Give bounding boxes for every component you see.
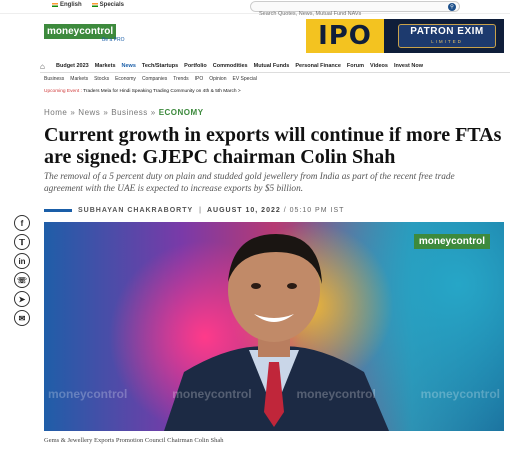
search-box: ⚲ [250, 1, 460, 19]
subnav-item-companies[interactable]: Companies [142, 76, 167, 85]
author-name[interactable]: SUBHAYAN CHAKRABORTY [78, 207, 193, 214]
event-tag: Upcoming Event : [44, 89, 82, 94]
breadcrumb-home[interactable]: Home [44, 108, 67, 117]
india-flag-icon [52, 3, 58, 7]
search-input[interactable] [251, 9, 431, 19]
nav-item-markets[interactable]: Markets [95, 63, 116, 69]
watermark-text: moneycontrol [296, 387, 376, 401]
sub-nav: Business Markets Stocks Economy Companie… [44, 76, 504, 85]
article-byline: SUBHAYAN CHAKRABORTY | AUGUST 10, 2022 /… [44, 207, 344, 214]
nav-item-videos[interactable]: Videos [370, 63, 388, 69]
home-icon[interactable]: ⌂ [40, 62, 50, 71]
nav-item-news[interactable]: News [122, 63, 136, 69]
specials-label: Specials [99, 2, 125, 8]
breadcrumb-news[interactable]: News [78, 108, 100, 117]
moneycontrol-logo[interactable]: moneycontrol Be a PRO [44, 21, 132, 43]
subnav-item-ipo[interactable]: IPO [195, 76, 204, 85]
breadcrumb-separator: » [103, 108, 109, 117]
main-nav: ⌂ Budget 2023 Markets News Tech/Startups… [40, 60, 510, 73]
eye-right [287, 283, 297, 289]
watermark-text: moneycontrol [420, 387, 500, 401]
subnav-item-business[interactable]: Business [44, 76, 64, 85]
share-rail: f 𝕋 in ☏ ➤ ✉ [14, 215, 34, 329]
watermark-row: moneycontrol moneycontrol moneycontrol m… [44, 387, 504, 401]
byline-divider: | [199, 207, 201, 214]
specials-menu[interactable]: Specials [91, 2, 125, 8]
ipo-advertisement[interactable]: IPO PATRON EXIM LIMITED [306, 19, 504, 53]
subnav-item-opinion[interactable]: Opinion [209, 76, 226, 85]
breadcrumb: Home» News» Business» ECONOMY [44, 108, 204, 117]
email-share-icon[interactable]: ✉ [14, 310, 30, 326]
ad-company-sub: LIMITED [431, 39, 463, 44]
specials-flag-icon [91, 3, 98, 7]
logo-pro-tag: Be a PRO [102, 37, 125, 43]
language-option[interactable]: English [52, 2, 82, 8]
whatsapp-share-icon[interactable]: ☏ [14, 272, 30, 288]
breadcrumb-business[interactable]: Business [111, 108, 147, 117]
nav-item-invest-now[interactable]: Invest Now [394, 63, 423, 69]
subnav-item-stocks[interactable]: Stocks [94, 76, 109, 85]
ad-ipo-text: IPO [306, 19, 384, 53]
upcoming-event-banner[interactable]: Upcoming Event : Traders Mela for Hindi … [44, 89, 304, 97]
breadcrumb-current[interactable]: ECONOMY [159, 108, 204, 117]
nav-item-portfolio[interactable]: Portfolio [184, 63, 207, 69]
nav-item-mutual-funds[interactable]: Mutual Funds [254, 63, 290, 69]
watermark-text: moneycontrol [172, 387, 252, 401]
language-label: English [60, 2, 82, 8]
publish-date-value: AUGUST 10, 2022 [207, 207, 281, 214]
search-icon[interactable]: ⚲ [448, 3, 456, 11]
watermark-text: moneycontrol [48, 387, 128, 401]
article-headline: Current growth in exports will continue … [44, 124, 502, 168]
language-selector[interactable]: English Specials [52, 2, 124, 8]
nav-item-personal-finance[interactable]: Personal Finance [295, 63, 341, 69]
subnav-item-trends[interactable]: Trends [173, 76, 188, 85]
twitter-share-icon[interactable]: 𝕋 [14, 234, 30, 250]
facebook-share-icon[interactable]: f [14, 215, 30, 231]
image-caption: Gems & Jewellery Exports Promotion Counc… [44, 437, 224, 444]
breadcrumb-separator: » [70, 108, 76, 117]
breadcrumb-separator: » [150, 108, 156, 117]
event-text: Traders Mela for Hindi Speaking Trading … [83, 89, 241, 94]
article-summary: The removal of a 5 percent duty on plain… [44, 172, 455, 194]
subnav-item-economy[interactable]: Economy [115, 76, 136, 85]
byline-accent-bar [44, 209, 72, 212]
nav-item-commodities[interactable]: Commodities [213, 63, 248, 69]
watermark-logo: moneycontrol [413, 234, 490, 249]
subnav-item-ev-special[interactable]: EV Special [232, 76, 256, 85]
article-hero-image: moneycontrol moneycontrol moneycontrol m… [44, 222, 504, 431]
linkedin-share-icon[interactable]: in [14, 253, 30, 269]
telegram-share-icon[interactable]: ➤ [14, 291, 30, 307]
ad-company-name: PATRON EXIM [410, 26, 484, 37]
publish-date: AUGUST 10, 2022 / 05:10 PM IST [207, 207, 344, 214]
top-utility-bar: English Specials ⚲ [0, 0, 510, 19]
eye-left [251, 283, 261, 289]
nav-item-budget[interactable]: Budget 2023 [56, 63, 89, 69]
subnav-item-markets[interactable]: Markets [70, 76, 88, 85]
nav-item-forum[interactable]: Forum [347, 63, 364, 69]
publish-time: / 05:10 PM IST [283, 207, 345, 214]
ad-company-badge: PATRON EXIM LIMITED [398, 24, 496, 48]
nav-item-tech[interactable]: Tech/Startups [142, 63, 178, 69]
